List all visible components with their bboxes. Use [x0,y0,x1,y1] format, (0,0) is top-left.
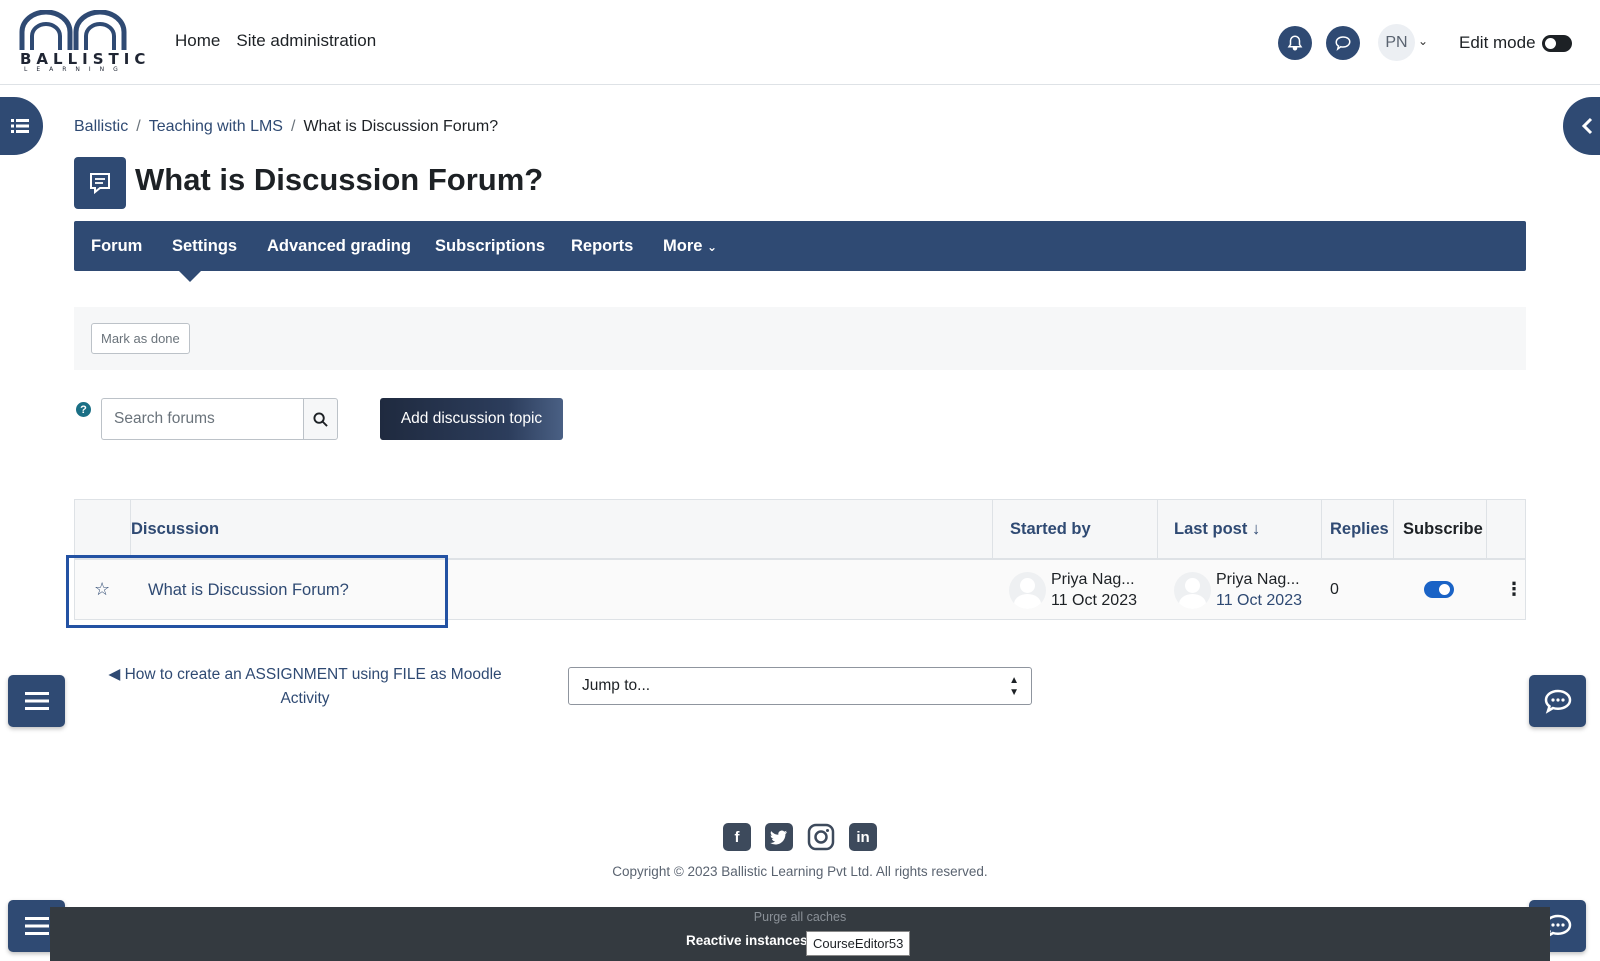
messages-button[interactable] [1326,26,1360,60]
jump-to-value: Jump to... [582,677,651,694]
logo-subtitle: LEARNING [24,66,127,73]
chevron-down-icon[interactable]: ⌄ [1418,34,1428,48]
breadcrumb: Ballistic / Teaching with LMS / What is … [74,118,498,136]
search-icon [313,411,328,427]
previous-activity-link[interactable]: ◀ How to create an ASSIGNMENT using FILE… [105,663,505,711]
jump-to-select[interactable]: Jump to... ▲ ▼ [568,667,1032,705]
subscribe-toggle[interactable] [1424,581,1454,598]
reactive-instances-label: Reactive instances: [686,933,813,948]
social-links: f in [723,823,877,851]
last-post-date[interactable]: 11 Oct 2023 [1216,592,1302,610]
started-by-date: 11 Oct 2023 [1051,592,1137,609]
primary-nav: Home Site administration [175,31,376,51]
copyright-text: Copyright © 2023 Ballistic Learning Pvt … [612,864,988,879]
hamburger-icon [24,692,49,710]
chevron-left-icon [1581,117,1593,135]
secondary-nav: Forum Settings Advanced grading Subscrip… [74,221,1526,282]
edit-mode-label: Edit mode [1459,33,1536,52]
add-discussion-topic-button[interactable]: Add discussion topic [380,398,563,440]
chat-bubble-icon [1544,689,1571,714]
started-by-name[interactable]: Priya Nag... [1051,571,1135,589]
bell-icon [1287,35,1303,51]
linkedin-icon[interactable]: in [849,823,877,851]
nav-site-administration[interactable]: Site administration [236,31,376,51]
course-index-drawer-button[interactable] [0,97,43,155]
replies-count[interactable]: 0 [1330,581,1339,599]
edit-mode-toggle[interactable] [1542,35,1572,52]
highlight-box [66,555,448,628]
active-tab-pointer [179,271,201,282]
column-discussion[interactable]: Discussion [131,520,219,539]
tab-more-label: More [663,237,703,255]
table-header: Discussion Started by Last post ↓ Replie… [75,500,1525,560]
breadcrumb-current: What is Discussion Forum? [303,118,499,135]
page-title: What is Discussion Forum? [135,162,544,197]
tab-reports[interactable]: Reports [571,237,633,256]
column-replies[interactable]: Replies [1330,520,1389,539]
top-navbar: BALLISTIC LEARNING Home Site administrat… [0,0,1600,85]
forum-activity-icon [74,157,126,209]
last-post-name[interactable]: Priya Nag... [1216,571,1300,589]
twitter-icon[interactable] [765,823,793,851]
site-logo[interactable]: BALLISTIC LEARNING [18,9,145,74]
sort-arrow-down-icon: ↓ [1251,520,1261,538]
column-started-by[interactable]: Started by [1010,520,1091,539]
hamburger-icon [24,917,49,935]
purge-caches-link[interactable]: Purge all caches [50,910,1550,924]
menu-button[interactable] [8,675,65,727]
nav-home[interactable]: Home [175,31,220,51]
column-subscribe: Subscribe [1403,520,1483,538]
search-forums-input[interactable] [101,398,304,440]
list-icon [10,119,29,133]
chat-button[interactable] [1529,675,1586,727]
activity-completion-panel: Mark as done [74,307,1526,370]
message-bubble-icon [1335,36,1351,51]
user-avatar-menu[interactable]: PN [1378,24,1415,61]
column-last-post-label: Last post [1174,520,1248,538]
tab-subscriptions[interactable]: Subscriptions [435,237,545,256]
mark-as-done-button[interactable]: Mark as done [91,323,190,354]
tab-more[interactable]: More ⌄ [663,237,717,256]
avatar [1009,572,1046,609]
instagram-icon[interactable] [807,823,835,851]
breadcrumb-course[interactable]: Teaching with LMS [149,118,283,136]
kebab-menu-icon[interactable]: ⋮ [1505,579,1523,600]
column-last-post[interactable]: Last post ↓ [1174,520,1260,539]
breadcrumb-ballistic[interactable]: Ballistic [74,118,128,136]
facebook-icon[interactable]: f [723,823,751,851]
help-icon[interactable]: ? [76,402,91,417]
breadcrumb-separator: / [290,118,296,135]
chevron-down-icon: ⌄ [707,240,718,254]
search-button[interactable] [303,398,338,440]
notifications-button[interactable] [1278,26,1312,60]
tab-advanced-grading[interactable]: Advanced grading [267,237,411,256]
reactive-instance-button[interactable]: CourseEditor53 [806,931,911,956]
tab-settings[interactable]: Settings [172,237,237,256]
tab-forum[interactable]: Forum [91,237,142,256]
avatar [1174,572,1211,609]
footer-bar: Purge all caches Reactive instances: Cou… [50,907,1550,961]
logo-arches-icon [19,9,127,50]
block-drawer-button[interactable] [1563,97,1600,155]
breadcrumb-separator: / [136,118,141,135]
select-arrows-icon: ▲ ▼ [1009,675,1019,698]
